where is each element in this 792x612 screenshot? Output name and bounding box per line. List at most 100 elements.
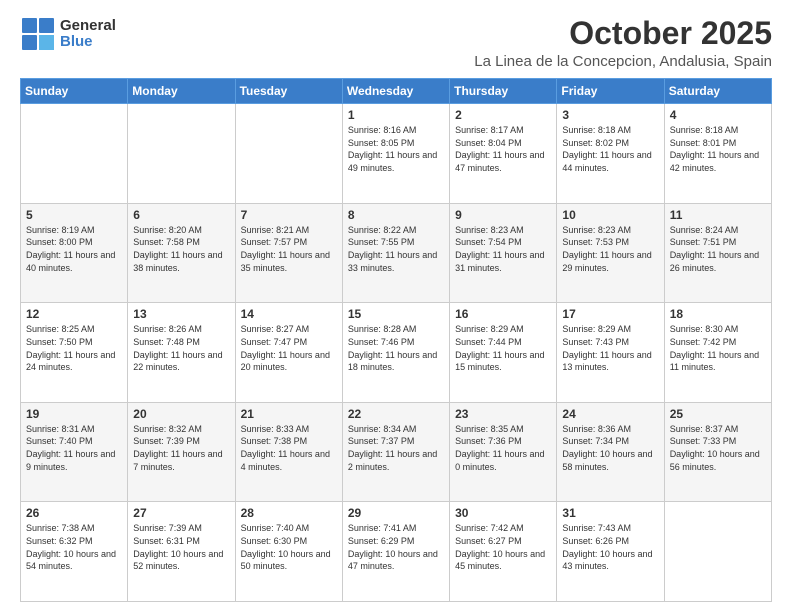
cell-content: Sunset: 7:34 PM	[562, 435, 658, 448]
logo-icon	[20, 16, 56, 52]
cell-content: Daylight: 11 hours and 33 minutes.	[348, 249, 444, 274]
header-thursday: Thursday	[450, 79, 557, 104]
cell-content: Sunset: 7:55 PM	[348, 236, 444, 249]
day-number: 3	[562, 108, 658, 122]
day-number: 17	[562, 307, 658, 321]
calendar-cell: 5Sunrise: 8:19 AMSunset: 8:00 PMDaylight…	[21, 203, 128, 303]
day-number: 13	[133, 307, 229, 321]
calendar-week-1: 1Sunrise: 8:16 AMSunset: 8:05 PMDaylight…	[21, 104, 772, 204]
calendar-cell: 13Sunrise: 8:26 AMSunset: 7:48 PMDayligh…	[128, 303, 235, 403]
cell-content: Sunrise: 8:31 AM	[26, 423, 122, 436]
calendar-week-4: 19Sunrise: 8:31 AMSunset: 7:40 PMDayligh…	[21, 402, 772, 502]
cell-content: Sunset: 6:26 PM	[562, 535, 658, 548]
day-number: 7	[241, 208, 337, 222]
cell-content: Sunset: 8:04 PM	[455, 137, 551, 150]
calendar-cell: 1Sunrise: 8:16 AMSunset: 8:05 PMDaylight…	[342, 104, 449, 204]
cell-content: Daylight: 11 hours and 29 minutes.	[562, 249, 658, 274]
header-sunday: Sunday	[21, 79, 128, 104]
calendar-header-row: Sunday Monday Tuesday Wednesday Thursday…	[21, 79, 772, 104]
location-title: La Linea de la Concepcion, Andalusia, Sp…	[474, 53, 772, 70]
logo-general-text: General	[60, 18, 116, 35]
cell-content: Sunrise: 8:18 AM	[562, 124, 658, 137]
calendar-cell: 15Sunrise: 8:28 AMSunset: 7:46 PMDayligh…	[342, 303, 449, 403]
cell-content: Sunrise: 8:35 AM	[455, 423, 551, 436]
day-number: 10	[562, 208, 658, 222]
cell-content: Sunrise: 8:29 AM	[455, 323, 551, 336]
cell-content: Sunrise: 8:33 AM	[241, 423, 337, 436]
calendar-week-2: 5Sunrise: 8:19 AMSunset: 8:00 PMDaylight…	[21, 203, 772, 303]
cell-content: Sunset: 6:32 PM	[26, 535, 122, 548]
cell-content: Sunset: 7:54 PM	[455, 236, 551, 249]
calendar-cell: 20Sunrise: 8:32 AMSunset: 7:39 PMDayligh…	[128, 402, 235, 502]
day-number: 20	[133, 407, 229, 421]
day-number: 9	[455, 208, 551, 222]
cell-content: Sunset: 7:44 PM	[455, 336, 551, 349]
cell-content: Sunset: 7:40 PM	[26, 435, 122, 448]
cell-content: Sunrise: 7:41 AM	[348, 522, 444, 535]
day-number: 24	[562, 407, 658, 421]
header-friday: Friday	[557, 79, 664, 104]
cell-content: Daylight: 11 hours and 35 minutes.	[241, 249, 337, 274]
cell-content: Daylight: 10 hours and 45 minutes.	[455, 548, 551, 573]
cell-content: Sunset: 7:50 PM	[26, 336, 122, 349]
calendar-cell: 12Sunrise: 8:25 AMSunset: 7:50 PMDayligh…	[21, 303, 128, 403]
calendar-cell: 25Sunrise: 8:37 AMSunset: 7:33 PMDayligh…	[664, 402, 771, 502]
cell-content: Sunrise: 8:24 AM	[670, 224, 766, 237]
cell-content: Daylight: 11 hours and 9 minutes.	[26, 448, 122, 473]
cell-content: Sunrise: 8:18 AM	[670, 124, 766, 137]
cell-content: Sunrise: 8:37 AM	[670, 423, 766, 436]
calendar-cell: 4Sunrise: 8:18 AMSunset: 8:01 PMDaylight…	[664, 104, 771, 204]
calendar-cell: 9 Sunrise: 8:23 AMSunset: 7:54 PMDaylight…	[450, 203, 557, 303]
cell-content: Sunset: 7:43 PM	[562, 336, 658, 349]
day-number: 22	[348, 407, 444, 421]
cell-content: Sunrise: 8:29 AM	[562, 323, 658, 336]
cell-content: Daylight: 11 hours and 44 minutes.	[562, 149, 658, 174]
cell-content: Sunset: 8:02 PM	[562, 137, 658, 150]
cell-content: Sunrise: 8:20 AM	[133, 224, 229, 237]
calendar-cell: 16Sunrise: 8:29 AMSunset: 7:44 PMDayligh…	[450, 303, 557, 403]
cell-content: Sunrise: 8:23 AM	[455, 224, 551, 237]
calendar-cell: 7Sunrise: 8:21 AMSunset: 7:57 PMDaylight…	[235, 203, 342, 303]
day-number: 18	[670, 307, 766, 321]
month-title: October 2025	[474, 16, 772, 51]
cell-content: Daylight: 10 hours and 58 minutes.	[562, 448, 658, 473]
cell-content: Sunset: 6:31 PM	[133, 535, 229, 548]
cell-content: Sunset: 6:27 PM	[455, 535, 551, 548]
cell-content: Sunset: 7:53 PM	[562, 236, 658, 249]
cell-content: Sunrise: 7:43 AM	[562, 522, 658, 535]
cell-content: Sunrise: 8:22 AM	[348, 224, 444, 237]
calendar-cell: 18Sunrise: 8:30 AMSunset: 7:42 PMDayligh…	[664, 303, 771, 403]
day-number: 19	[26, 407, 122, 421]
cell-content: Sunset: 7:58 PM	[133, 236, 229, 249]
cell-content: Sunset: 7:38 PM	[241, 435, 337, 448]
cell-content: Sunset: 7:48 PM	[133, 336, 229, 349]
cell-content: Sunset: 7:37 PM	[348, 435, 444, 448]
cell-content: Sunrise: 8:17 AM	[455, 124, 551, 137]
cell-content: Sunrise: 8:36 AM	[562, 423, 658, 436]
calendar-cell: 23Sunrise: 8:35 AMSunset: 7:36 PMDayligh…	[450, 402, 557, 502]
day-number: 21	[241, 407, 337, 421]
cell-content: Daylight: 10 hours and 52 minutes.	[133, 548, 229, 573]
cell-content: Daylight: 11 hours and 11 minutes.	[670, 349, 766, 374]
calendar-cell	[21, 104, 128, 204]
calendar-cell	[235, 104, 342, 204]
cell-content: Sunset: 7:57 PM	[241, 236, 337, 249]
cell-content: Sunrise: 8:30 AM	[670, 323, 766, 336]
day-number: 4	[670, 108, 766, 122]
calendar-cell: 11Sunrise: 8:24 AMSunset: 7:51 PMDayligh…	[664, 203, 771, 303]
day-number: 14	[241, 307, 337, 321]
calendar-cell: 3 Sunrise: 8:18 AMSunset: 8:02 PMDaylight…	[557, 104, 664, 204]
cell-content: Sunset: 7:46 PM	[348, 336, 444, 349]
title-block: October 2025 La Linea de la Concepcion, …	[474, 16, 772, 70]
cell-content: Daylight: 11 hours and 31 minutes.	[455, 249, 551, 274]
day-number: 16	[455, 307, 551, 321]
cell-content: Sunrise: 8:28 AM	[348, 323, 444, 336]
day-number: 26	[26, 506, 122, 520]
cell-content: Sunset: 6:30 PM	[241, 535, 337, 548]
day-number: 31	[562, 506, 658, 520]
cell-content: Daylight: 11 hours and 47 minutes.	[455, 149, 551, 174]
calendar-cell: 8Sunrise: 8:22 AMSunset: 7:55 PMDaylight…	[342, 203, 449, 303]
header-wednesday: Wednesday	[342, 79, 449, 104]
cell-content: Daylight: 11 hours and 22 minutes.	[133, 349, 229, 374]
cell-content: Daylight: 10 hours and 50 minutes.	[241, 548, 337, 573]
